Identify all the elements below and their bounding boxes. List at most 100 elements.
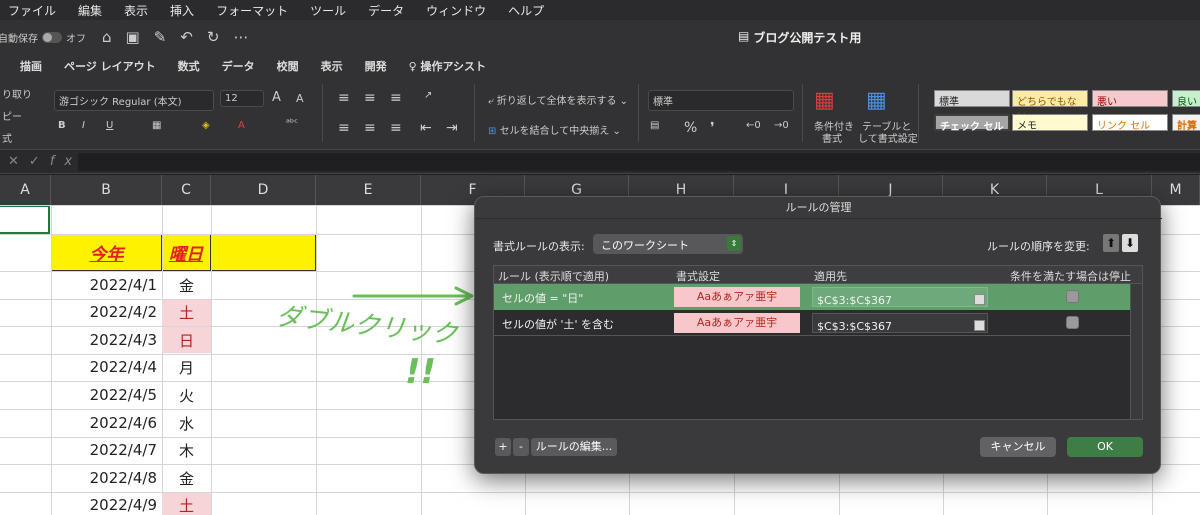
- currency-icon[interactable]: ▤: [650, 120, 659, 131]
- phonetic-icon[interactable]: ᵃᵇᶜ: [286, 118, 298, 129]
- tab-developer[interactable]: 開発: [365, 58, 387, 74]
- rule-row[interactable]: セルの値 = "日" Aaあぁアァ亜宇 $C$3:$C$367: [494, 284, 1130, 310]
- orientation-icon[interactable]: ↗: [424, 90, 432, 101]
- rule-row[interactable]: セルの値が '土' を含む Aaあぁアァ亜宇 $C$3:$C$367: [494, 310, 1130, 336]
- menu-data[interactable]: データ: [368, 2, 404, 19]
- align-middle-icon[interactable]: ≡: [364, 90, 376, 106]
- menu-edit[interactable]: 編集: [78, 2, 102, 19]
- menu-file[interactable]: ファイル: [8, 2, 56, 19]
- cell-c2[interactable]: 曜日: [161, 234, 211, 271]
- align-bottom-icon[interactable]: ≡: [390, 90, 402, 106]
- weekday-cell[interactable]: 月: [162, 355, 211, 381]
- more-icon[interactable]: ⋯: [233, 28, 248, 46]
- weekday-cell[interactable]: 金: [162, 465, 211, 491]
- rules-scrollbar[interactable]: [1130, 284, 1142, 419]
- tab-tell-me[interactable]: ♀ 操作アシスト: [409, 58, 486, 74]
- date-cell[interactable]: 2022/4/3: [51, 326, 161, 353]
- range-select-icon[interactable]: [974, 294, 985, 305]
- applies-to-field[interactable]: $C$3:$C$367: [812, 287, 988, 307]
- style-normal[interactable]: 標準: [934, 90, 1010, 108]
- remove-rule-button[interactable]: -: [513, 438, 529, 456]
- underline-icon[interactable]: U: [106, 120, 113, 131]
- weekday-cell[interactable]: 日: [162, 327, 211, 354]
- menu-help[interactable]: ヘルプ: [508, 2, 544, 19]
- format-as-table-label-2[interactable]: して書式設定: [858, 130, 918, 145]
- comma-icon[interactable]: ❜: [710, 120, 715, 136]
- align-center-icon[interactable]: ≡: [364, 120, 376, 136]
- weekday-cell[interactable]: 水: [162, 410, 211, 436]
- style-bad[interactable]: 悪い: [1092, 90, 1168, 108]
- autosave-toggle[interactable]: [42, 31, 62, 43]
- italic-icon[interactable]: I: [82, 120, 85, 131]
- move-up-button[interactable]: ⬆: [1103, 234, 1119, 252]
- date-cell[interactable]: 2022/4/9: [51, 492, 161, 515]
- tab-data[interactable]: データ: [222, 58, 255, 74]
- column-header-a[interactable]: A: [0, 175, 51, 205]
- align-top-icon[interactable]: ≡: [338, 90, 350, 106]
- date-cell[interactable]: 2022/4/1: [51, 271, 161, 298]
- merge-center-button[interactable]: ⊞ セルを結合して中央揃え ⌄: [488, 122, 621, 137]
- menu-format[interactable]: フォーマット: [216, 2, 288, 19]
- date-cell[interactable]: 2022/4/4: [51, 354, 161, 381]
- ok-button[interactable]: OK: [1067, 437, 1143, 457]
- bold-icon[interactable]: B: [58, 120, 66, 131]
- style-good[interactable]: 良い: [1172, 90, 1200, 108]
- cell-b2[interactable]: 今年: [51, 234, 162, 271]
- autosave-control[interactable]: 自動保存 オフ: [0, 30, 86, 45]
- add-rule-button[interactable]: +: [495, 438, 511, 456]
- increase-font-icon[interactable]: A: [272, 90, 281, 105]
- style-calculation[interactable]: 計算: [1172, 114, 1200, 132]
- menu-view[interactable]: 表示: [124, 2, 148, 19]
- formula-input[interactable]: [78, 153, 1200, 171]
- weekday-cell[interactable]: 金: [162, 272, 211, 298]
- format-painter-button[interactable]: 式: [2, 130, 12, 145]
- align-left-icon[interactable]: ≡: [338, 120, 350, 136]
- weekday-cell[interactable]: 土: [162, 492, 211, 515]
- date-cell[interactable]: 2022/4/5: [51, 381, 161, 408]
- applies-to-field[interactable]: $C$3:$C$367: [812, 313, 988, 333]
- tab-page-layout[interactable]: ページ レイアウト: [64, 58, 156, 74]
- weekday-cell[interactable]: 火: [162, 382, 211, 408]
- cut-button[interactable]: り取り: [2, 86, 32, 101]
- menu-tools[interactable]: ツール: [310, 2, 346, 19]
- style-neutral[interactable]: どちらでもない: [1012, 90, 1088, 123]
- date-cell[interactable]: 2022/4/6: [51, 409, 161, 436]
- move-down-button[interactable]: ⬇: [1122, 234, 1138, 252]
- stop-if-true-checkbox[interactable]: [1066, 316, 1079, 329]
- conditional-format-icon[interactable]: ▦: [814, 88, 835, 113]
- tab-view[interactable]: 表示: [321, 58, 343, 74]
- font-color-icon[interactable]: A: [238, 120, 245, 131]
- save-as-icon[interactable]: ✎: [154, 28, 167, 46]
- range-select-icon[interactable]: [974, 320, 985, 331]
- enter-icon[interactable]: ✓: [29, 154, 50, 169]
- copy-button[interactable]: ピー: [2, 108, 22, 123]
- undo-icon[interactable]: ↶: [180, 28, 193, 46]
- fill-color-icon[interactable]: ◈: [202, 120, 210, 131]
- tab-review[interactable]: 校閲: [277, 58, 299, 74]
- tab-draw[interactable]: 描画: [20, 58, 42, 74]
- date-cell[interactable]: 2022/4/8: [51, 464, 161, 491]
- column-header-d[interactable]: D: [211, 175, 316, 205]
- save-icon[interactable]: ▣: [126, 28, 140, 46]
- menu-window[interactable]: ウィンドウ: [426, 2, 486, 19]
- font-name-select[interactable]: 游ゴシック Regular (本文): [54, 90, 214, 111]
- align-right-icon[interactable]: ≡: [390, 120, 402, 136]
- font-size-select[interactable]: 12: [220, 90, 264, 107]
- number-format-select[interactable]: 標準: [648, 90, 794, 111]
- cancel-button[interactable]: キャンセル: [980, 437, 1056, 457]
- decrease-font-icon[interactable]: A: [296, 92, 304, 105]
- decrease-decimal-icon[interactable]: →0: [774, 120, 789, 131]
- home-icon[interactable]: ⌂: [102, 28, 112, 46]
- conditional-format-label-2[interactable]: 書式: [822, 130, 842, 145]
- indent-increase-icon[interactable]: ⇥: [446, 120, 458, 136]
- format-as-table-icon[interactable]: ▦: [866, 88, 887, 113]
- redo-icon[interactable]: ↻: [207, 28, 220, 46]
- stop-if-true-checkbox[interactable]: [1066, 290, 1079, 303]
- style-note[interactable]: メモ: [1012, 114, 1088, 132]
- style-check-cell[interactable]: チェック セル: [934, 114, 1010, 133]
- wrap-text-button[interactable]: ⤶ 折り返して全体を表示する ⌄: [488, 92, 628, 107]
- show-rules-select[interactable]: このワークシート ⇕: [593, 234, 743, 254]
- weekday-cell[interactable]: 木: [162, 438, 211, 464]
- increase-decimal-icon[interactable]: ←0: [746, 120, 761, 131]
- date-cell[interactable]: 2022/4/7: [51, 437, 161, 464]
